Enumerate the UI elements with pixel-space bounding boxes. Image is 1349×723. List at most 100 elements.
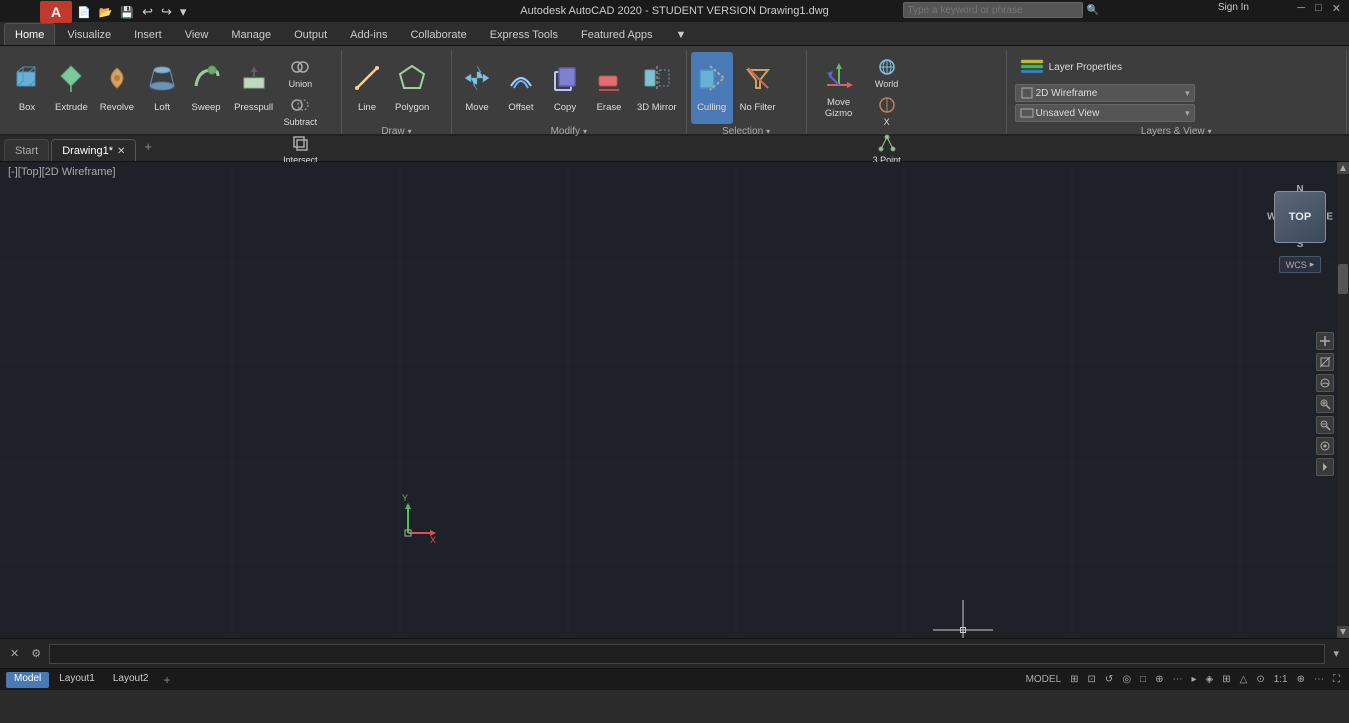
- snap-grid-button[interactable]: ⊞: [1067, 673, 1081, 686]
- command-input[interactable]: [49, 644, 1325, 664]
- visual-style-dropdown[interactable]: 2D Wireframe ▾: [1015, 84, 1195, 102]
- nofilter-button[interactable]: No Filter: [735, 52, 781, 124]
- minimize-button[interactable]: ─: [1293, 2, 1309, 15]
- group-selection: Culling No Filter Selection ▾: [687, 50, 807, 134]
- union-button[interactable]: Union: [280, 54, 321, 91]
- grid: [0, 162, 1349, 638]
- nav-wheel-button[interactable]: [1316, 437, 1334, 455]
- properties-button[interactable]: ⋯: [1311, 673, 1327, 686]
- tab-view[interactable]: View: [174, 23, 220, 45]
- extrude-label: Extrude: [55, 102, 88, 113]
- tab-more[interactable]: ▼: [665, 23, 698, 45]
- units-button[interactable]: ⊙: [1253, 673, 1267, 686]
- movegizmo-button[interactable]: Move Gizmo: [811, 52, 867, 124]
- transparency-button[interactable]: ◈: [1203, 673, 1217, 686]
- layer-properties-button[interactable]: Layer Properties: [1015, 52, 1126, 82]
- selection-group-label[interactable]: Selection ▾: [691, 124, 802, 139]
- union-label: Union: [289, 79, 313, 89]
- model-tab[interactable]: Model: [6, 672, 49, 688]
- create-buttons: Box Extrude Revolve: [6, 50, 337, 167]
- extrude-button[interactable]: Extrude: [50, 52, 93, 124]
- pan-button[interactable]: [1316, 332, 1334, 350]
- scroll-thumb[interactable]: [1338, 264, 1348, 294]
- revolve-button[interactable]: Revolve: [95, 52, 139, 124]
- osnap-tracking-button[interactable]: ⊕: [1152, 673, 1166, 686]
- 3dmirror-button[interactable]: 3D Mirror: [632, 52, 682, 124]
- maximize-button[interactable]: □: [1311, 2, 1326, 15]
- culling-button[interactable]: Culling: [691, 52, 733, 124]
- qa-dropdown[interactable]: ▾: [177, 3, 190, 21]
- tab-home[interactable]: Home: [4, 23, 55, 45]
- close-button[interactable]: ✕: [1328, 2, 1345, 15]
- command-close-button[interactable]: ✕: [6, 645, 23, 662]
- offset-button[interactable]: Offset: [500, 52, 542, 124]
- search-input[interactable]: [903, 2, 1083, 18]
- tab-visualize[interactable]: Visualize: [56, 23, 122, 45]
- loft-button[interactable]: Loft: [141, 52, 183, 124]
- qa-redo[interactable]: ↪: [158, 3, 175, 21]
- orbit-button[interactable]: [1316, 374, 1334, 392]
- viewcube[interactable]: N S E W TOP WCS ▸: [1265, 182, 1335, 312]
- svg-text:X: X: [430, 535, 436, 545]
- tab-addins[interactable]: Add-ins: [339, 23, 398, 45]
- tab-insert[interactable]: Insert: [123, 23, 173, 45]
- named-view-dropdown[interactable]: Unsaved View ▾: [1015, 104, 1195, 122]
- presspull-label: Presspull: [234, 102, 273, 113]
- qa-undo[interactable]: ↩: [139, 3, 156, 21]
- expand-nav-button[interactable]: [1316, 458, 1334, 476]
- presspull-button[interactable]: Presspull: [229, 52, 278, 124]
- annotation-monitor-button[interactable]: △: [1237, 673, 1251, 686]
- user-area: Sign In: [1218, 2, 1249, 13]
- sign-in-label[interactable]: Sign In: [1218, 2, 1249, 13]
- fullscreen-button[interactable]: ⛶: [1330, 673, 1343, 686]
- layerview-group-label[interactable]: Layers & View ▾: [1011, 124, 1342, 139]
- command-settings-button[interactable]: ⚙: [27, 645, 45, 662]
- tab-manage[interactable]: Manage: [220, 23, 282, 45]
- revolve-label: Revolve: [100, 102, 134, 113]
- erase-button[interactable]: Erase: [588, 52, 630, 124]
- box-button[interactable]: Box: [6, 52, 48, 124]
- qa-open[interactable]: 📂: [96, 5, 116, 20]
- layout2-tab[interactable]: Layout2: [105, 672, 157, 688]
- x-button[interactable]: X: [869, 92, 905, 129]
- polygon-button[interactable]: Polygon: [390, 52, 434, 124]
- tab-express[interactable]: Express Tools: [479, 23, 569, 45]
- zoom-out-button[interactable]: [1316, 416, 1334, 434]
- qa-save[interactable]: 💾: [117, 5, 137, 20]
- workspace-button[interactable]: ⊕: [1294, 673, 1308, 686]
- move-button[interactable]: Move: [456, 52, 498, 124]
- drawing-canvas[interactable]: [-][Top][2D Wireframe] X Y: [0, 162, 1349, 638]
- subtract-button[interactable]: Subtract: [280, 92, 321, 129]
- snap-button[interactable]: ⊡: [1085, 673, 1099, 686]
- app-menu-button[interactable]: A: [40, 1, 72, 23]
- tab-featured[interactable]: Featured Apps: [570, 23, 664, 45]
- scroll-down-button[interactable]: [1337, 626, 1349, 638]
- tab-collaborate[interactable]: Collaborate: [399, 23, 477, 45]
- vertical-scrollbar[interactable]: [1337, 162, 1349, 638]
- zoom-level[interactable]: 1:1: [1271, 673, 1291, 686]
- sweep-button[interactable]: Sweep: [185, 52, 227, 124]
- qa-new[interactable]: 📄: [74, 5, 94, 20]
- zoom-in-button[interactable]: [1316, 395, 1334, 413]
- wcs-menu[interactable]: WCS ▸: [1279, 256, 1322, 273]
- layout1-tab[interactable]: Layout1: [51, 672, 103, 688]
- dynamic-ucs-button[interactable]: ⋯: [1169, 673, 1185, 686]
- line-button[interactable]: Line: [346, 52, 388, 124]
- threepoint-icon: [876, 132, 898, 154]
- draw-group-label[interactable]: Draw ▾: [346, 124, 447, 139]
- viewcube-face[interactable]: TOP: [1274, 191, 1326, 243]
- new-layout-button[interactable]: +: [158, 672, 175, 688]
- copy-button[interactable]: Copy: [544, 52, 586, 124]
- tab-output[interactable]: Output: [283, 23, 338, 45]
- polar-button[interactable]: ◎: [1119, 673, 1134, 686]
- scroll-up-button[interactable]: [1337, 162, 1349, 174]
- modify-group-label[interactable]: Modify ▾: [456, 124, 682, 139]
- ortho-button[interactable]: ↺: [1102, 673, 1116, 686]
- command-expand-button[interactable]: ▾: [1329, 645, 1343, 662]
- lineweight-button[interactable]: ▸: [1188, 673, 1199, 686]
- viewcube-compass: N S E W TOP: [1265, 182, 1335, 252]
- selection-cycling-button[interactable]: ⊞: [1219, 673, 1233, 686]
- object-snap-button[interactable]: □: [1137, 673, 1149, 686]
- zoom-extents-button[interactable]: [1316, 353, 1334, 371]
- world-button[interactable]: World: [869, 54, 905, 91]
